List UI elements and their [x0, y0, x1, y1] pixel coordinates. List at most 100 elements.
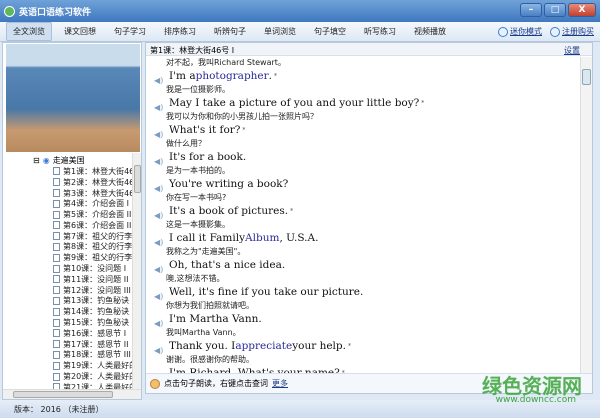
sentence-text: I'm a	[169, 70, 196, 82]
speaker-icon[interactable]: ◀)	[154, 289, 163, 301]
sentence-text: You're writing a book?	[169, 178, 289, 190]
tree-item-label: 第14课：钓鱼秘诀 II	[63, 307, 137, 317]
tab-7[interactable]: 听写练习	[358, 23, 402, 40]
sentence-text-end: , U.S.A.	[279, 232, 319, 244]
document-icon	[53, 264, 60, 273]
close-button[interactable]: X	[568, 3, 596, 17]
video-preview[interactable]	[6, 44, 140, 152]
more-link[interactable]: 更多	[272, 378, 288, 389]
tree-item[interactable]: 第5课：介绍会面 II	[53, 209, 141, 220]
sentence[interactable]: ◀) You're writing a book?	[146, 177, 580, 193]
tree-item[interactable]: 第14课：钓鱼秘诀 II	[53, 306, 141, 317]
sentence-translation: 你想为我们拍照就请吧。	[166, 301, 254, 310]
speaker-icon[interactable]: ◀)	[154, 154, 163, 166]
tree-item[interactable]: 第12课：没问题 III	[53, 285, 141, 296]
text-panel: 第1课：林登大街46号 I 设置 对不起，我叫Richard Stewart。 …	[145, 42, 593, 394]
sentence-translation: 我可以为你和你的小男孩儿拍一张照片吗？	[166, 112, 318, 121]
tab-8[interactable]: 视频播放	[408, 23, 452, 40]
sentence-translation: 噢,这想法不错。	[166, 274, 225, 283]
tree-item[interactable]: 第13课：钓鱼秘诀 I	[53, 296, 141, 307]
sentence[interactable]: ◀) It's a book of pictures. *	[146, 204, 580, 220]
vocab-word[interactable]: appreciate	[235, 339, 292, 354]
tab-1[interactable]: 课文回想	[58, 23, 102, 40]
star-marker: *	[347, 343, 351, 350]
tree-item-label: 第21课：人类最好的朋友	[63, 382, 141, 389]
tree-vertical-scrollbar[interactable]	[132, 153, 141, 389]
scroll-thumb[interactable]	[13, 391, 113, 398]
sentence-text: It's for a book.	[169, 151, 247, 163]
mini-mode-button[interactable]: 迷你模式	[498, 26, 542, 37]
tree-horizontal-scrollbar[interactable]	[3, 389, 141, 399]
vocab-word[interactable]: Album	[245, 231, 279, 246]
sentence[interactable]: ◀) What's it for? *	[146, 123, 580, 139]
sentence-list: 对不起，我叫Richard Stewart。 ◀) I'm a photograp…	[146, 57, 580, 375]
tree-item[interactable]: 第2课：林登大街46号	[53, 177, 141, 188]
sentence[interactable]: ◀) I call it Family Album, U.S.A.	[146, 231, 580, 247]
tree-item-label: 第7课：祖父的行李箱	[63, 231, 141, 241]
register-button[interactable]: 注册购买	[550, 26, 594, 37]
document-icon	[53, 210, 60, 219]
tree-item[interactable]: 第1课：林登大街46号	[53, 166, 141, 177]
speaker-icon[interactable]: ◀)	[154, 262, 163, 274]
tree-item[interactable]: 第4课：介绍会面 I	[53, 198, 141, 209]
sentence[interactable]: ◀) Well, it's fine if you take our pictur…	[146, 285, 580, 301]
tree-item[interactable]: 第6课：介绍会面 III	[53, 220, 141, 231]
document-icon	[53, 188, 60, 197]
tree-item[interactable]: 第8课：祖父的行李箱	[53, 242, 141, 253]
speaker-icon[interactable]: ◀)	[154, 127, 163, 139]
tree-item[interactable]: 第7课：祖父的行李箱	[53, 231, 141, 242]
tree-item[interactable]: 第17课：感恩节 II	[53, 339, 141, 350]
speaker-icon[interactable]: ◀)	[154, 316, 163, 328]
tab-0[interactable]: 全文浏览	[6, 22, 52, 41]
document-icon	[53, 350, 60, 359]
tab-3[interactable]: 排序练习	[158, 23, 202, 40]
sentence-text: It's a book of pictures.	[169, 205, 289, 217]
tree-item[interactable]: 第16课：感恩节 I	[53, 328, 141, 339]
lesson-tree: ⊟ ◉ 走遍美国 第1课：林登大街46号 第2课：林登大街46号 第3课：林登大街46号…	[3, 153, 141, 389]
sentence[interactable]: ◀) Oh, that's a nice idea.	[146, 258, 580, 274]
speaker-icon[interactable]: ◀)	[154, 181, 163, 193]
tab-4[interactable]: 听辨句子	[208, 23, 252, 40]
tree-item[interactable]: 第15课：钓鱼秘诀 III	[53, 317, 141, 328]
sentence-translation: 做什么用？	[166, 139, 206, 148]
maximize-button[interactable]: □	[544, 3, 566, 17]
tree-root[interactable]: ⊟ ◉ 走遍美国	[33, 155, 85, 166]
tree-item[interactable]: 第18课：感恩节 III	[53, 350, 141, 361]
sentence[interactable]: ◀) May I take a picture of you and your l…	[146, 96, 580, 112]
tab-2[interactable]: 句子学习	[108, 23, 152, 40]
text-vertical-scrollbar[interactable]	[580, 57, 592, 375]
sentence-text: May I take a picture of you and your lit…	[169, 97, 420, 109]
document-icon	[53, 253, 60, 262]
tree-item-label: 第18课：感恩节 III	[63, 350, 131, 360]
scroll-thumb[interactable]	[582, 69, 591, 85]
tree-item[interactable]: 第9课：祖父的行李箱	[53, 252, 141, 263]
scroll-thumb[interactable]	[134, 165, 141, 193]
sentence[interactable]: ◀) I'm a photographer. *	[146, 69, 580, 85]
collapse-icon[interactable]: ⊟	[33, 156, 40, 165]
minimize-button[interactable]: –	[520, 3, 542, 17]
tree-item-label: 第6课：介绍会面 III	[63, 220, 134, 230]
tree-item[interactable]: 第19课：人类最好的朋友	[53, 360, 141, 371]
tree-item-label: 第4课：介绍会面 I	[63, 199, 129, 209]
tree-item[interactable]: 第11课：没问题 II	[53, 274, 141, 285]
settings-link[interactable]: 设置	[564, 45, 580, 56]
speaker-icon[interactable]: ◀)	[154, 235, 163, 247]
speaker-icon[interactable]: ◀)	[154, 208, 163, 220]
vocab-word[interactable]: photographer	[196, 69, 269, 84]
sentence-translation: 我叫Martha Vann。	[166, 328, 241, 337]
sentence[interactable]: ◀) It's for a book.	[146, 150, 580, 166]
tree-item[interactable]: 第20课：人类最好的朋友	[53, 371, 141, 382]
sentence-translation: 是为一本书拍的。	[166, 166, 230, 175]
sentence[interactable]: ◀) Thank you. I appreciate your help. *	[146, 339, 580, 355]
tree-item-label: 第3课：林登大街46号	[63, 188, 141, 198]
tree-item[interactable]: 第10课：没问题 I	[53, 263, 141, 274]
sentence[interactable]: ◀) I'm Martha Vann.	[146, 312, 580, 328]
tab-5[interactable]: 单词浏览	[258, 23, 302, 40]
speaker-icon[interactable]: ◀)	[154, 343, 163, 355]
tab-6[interactable]: 句子填空	[308, 23, 352, 40]
tree-item-label: 第1课：林登大街46号	[63, 166, 141, 176]
tree-item[interactable]: 第21课：人类最好的朋友	[53, 382, 141, 389]
speaker-icon[interactable]: ◀)	[154, 73, 163, 85]
speaker-icon[interactable]: ◀)	[154, 100, 163, 112]
tree-item[interactable]: 第3课：林登大街46号	[53, 188, 141, 199]
